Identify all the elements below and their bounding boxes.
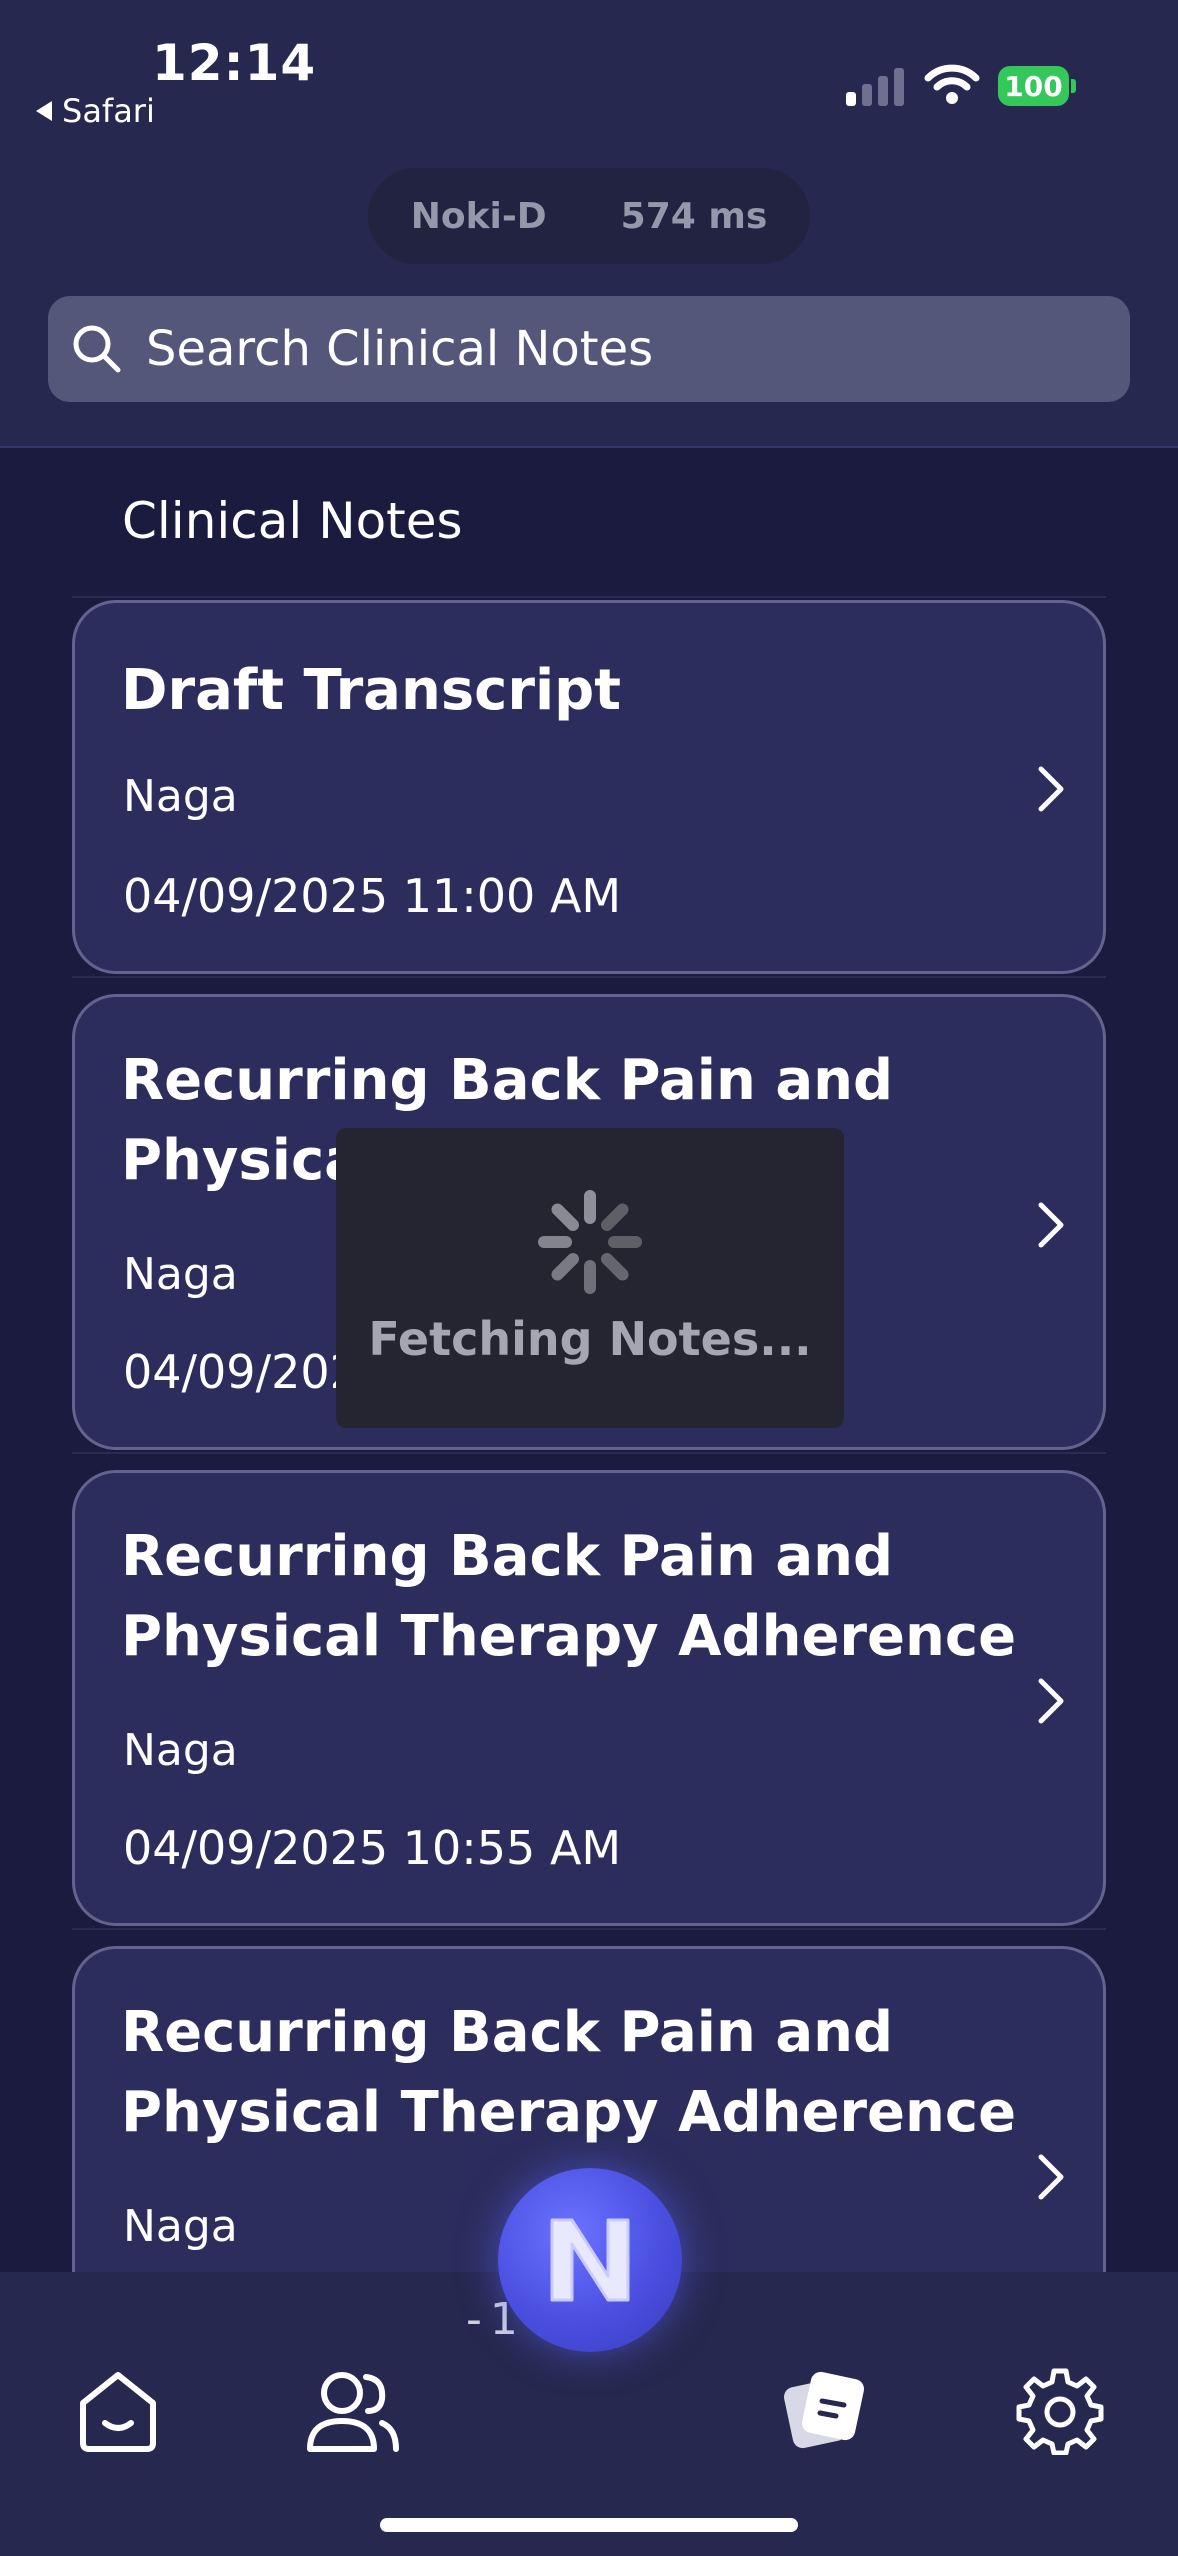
note-author: Naga [123, 1249, 238, 1300]
search-bar[interactable] [48, 296, 1130, 402]
noki-record-button[interactable] [498, 2168, 682, 2352]
wifi-icon [924, 64, 980, 104]
search-icon [73, 325, 121, 373]
home-indicator [380, 2518, 798, 2532]
loading-overlay: Fetching Notes... [336, 1128, 844, 1428]
note-card[interactable]: Draft Transcript Naga 04/09/2025 11:00 A… [72, 600, 1106, 974]
note-title: Recurring Back Pain and Physical Therapy… [121, 1524, 1017, 1669]
note-date: 04/09/2025 11:00 AM [123, 869, 622, 923]
note-author: Naga [123, 2201, 238, 2252]
patients-icon [307, 2372, 399, 2452]
note-card[interactable]: Recurring Back Pain and Physical Therapy… [72, 1470, 1106, 1926]
noki-logo-icon [550, 2218, 630, 2302]
back-triangle-icon [36, 101, 52, 121]
chevron-right-icon [1038, 1678, 1064, 1724]
settings-icon [1016, 2368, 1104, 2455]
chevron-right-icon [1038, 2154, 1064, 2200]
note-author: Naga [123, 771, 238, 822]
back-to-app-link[interactable]: Safari [36, 92, 155, 130]
latency-value: 574 ms [620, 195, 768, 237]
back-app-label: Safari [62, 92, 155, 130]
note-date: 04/09/2025 10:55 AM [123, 1821, 622, 1875]
note-author: Naga [123, 1725, 238, 1776]
section-title: Clinical Notes [122, 492, 463, 550]
nav-notes-button[interactable] [776, 2362, 872, 2458]
loading-label: Fetching Notes... [368, 1312, 812, 1366]
note-title: Recurring Back Pain and Physical Therapy… [121, 2000, 1017, 2145]
nav-home-button[interactable] [70, 2362, 166, 2458]
note-title: Draft Transcript [121, 658, 622, 723]
chevron-right-icon [1038, 766, 1064, 812]
app-screen: 12:14 Safari 100 Noki-D 574 ms Search Cl… [0, 0, 1178, 2556]
status-time: 12:14 [152, 34, 317, 92]
nav-settings-button[interactable] [1012, 2362, 1108, 2458]
loading-spinner-icon [538, 1190, 642, 1294]
home-icon [80, 2372, 156, 2452]
battery-indicator: 100 [998, 66, 1076, 106]
cellular-signal-icon [846, 66, 904, 106]
notes-icon [784, 2371, 864, 2449]
debug-pill: Noki-D 574 ms [368, 168, 810, 264]
note-date: 04/09/202 [123, 1345, 359, 1399]
header: 12:14 Safari 100 Noki-D 574 ms [0, 0, 1178, 448]
nav-patients-button[interactable] [304, 2362, 400, 2458]
search-input[interactable] [144, 309, 1130, 389]
battery-level: 100 [998, 66, 1070, 106]
chevron-right-icon [1038, 1202, 1064, 1248]
device-name: Noki-D [410, 195, 547, 237]
